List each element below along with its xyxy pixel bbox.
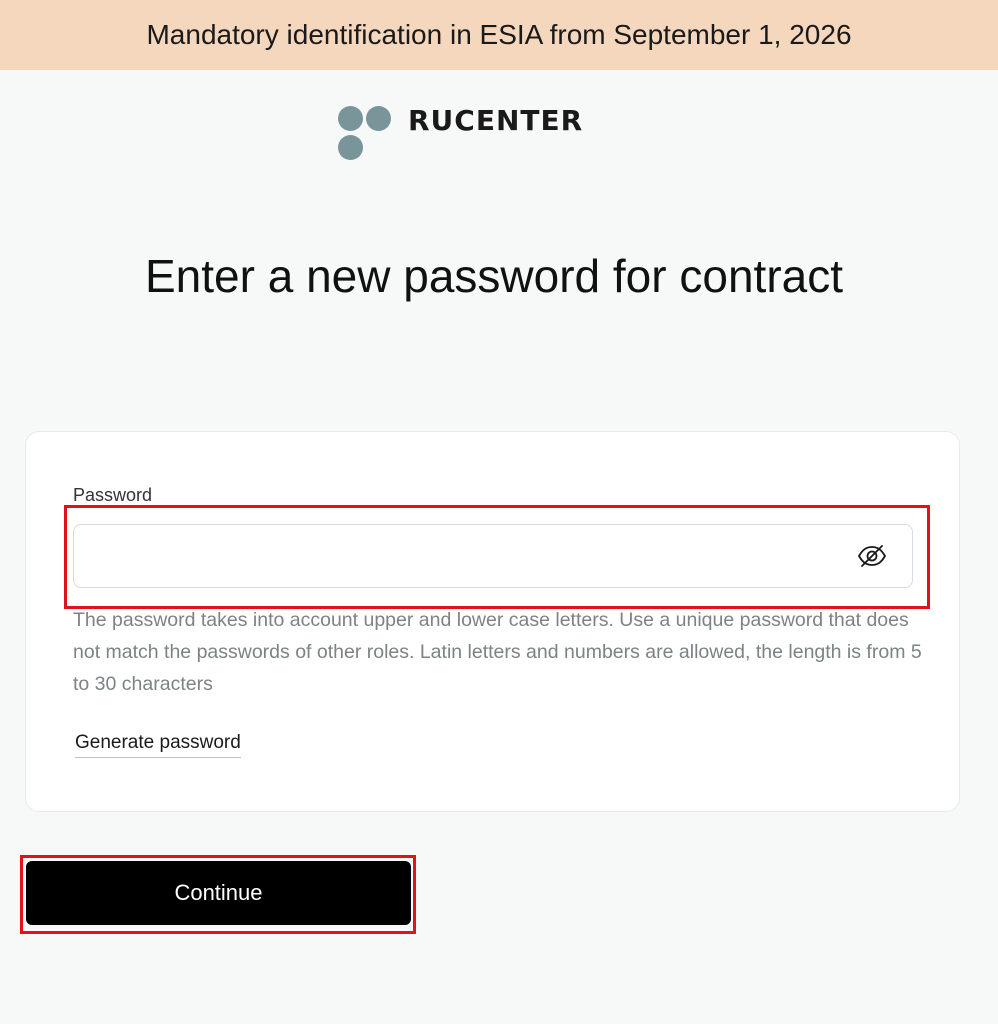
password-label: Password [73, 485, 153, 505]
logo-dot [338, 106, 363, 131]
banner-text: Mandatory identification in ESIA from Se… [146, 19, 852, 50]
password-input[interactable] [73, 524, 913, 588]
logo-dot [366, 106, 391, 131]
logo-text: RUCENTER [408, 104, 584, 137]
password-hint: The password takes into account upper an… [73, 609, 922, 695]
generate-password-link[interactable]: Generate password [75, 732, 241, 758]
logo-mark-icon [338, 104, 394, 162]
announcement-banner: Mandatory identification in ESIA from Se… [0, 0, 998, 70]
eye-slash-icon[interactable] [857, 543, 887, 569]
password-form-card: Password The password takes into account… [25, 431, 960, 812]
logo[interactable]: RUCENTER [338, 104, 583, 162]
continue-button[interactable]: Continue [26, 861, 411, 925]
logo-dot [338, 135, 363, 160]
page-title: Enter a new password for contract [145, 250, 843, 302]
